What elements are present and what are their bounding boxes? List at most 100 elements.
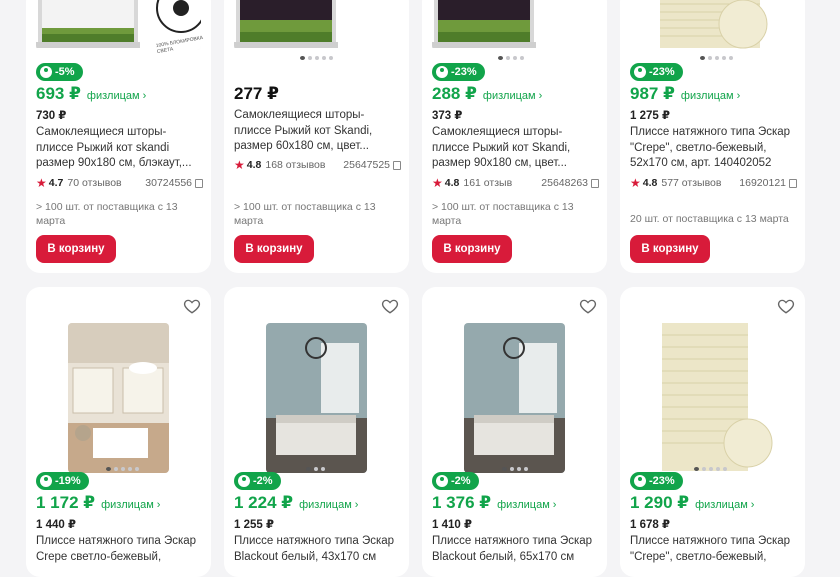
- current-price: 1 376 ₽: [432, 493, 492, 512]
- old-price: 730 ₽: [36, 110, 67, 122]
- individuals-price-link[interactable]: физлицам ›: [497, 499, 556, 511]
- product-title[interactable]: Плиссе натяжного типа Эскар Crepe светло…: [36, 534, 203, 565]
- image-pagination[interactable]: [498, 56, 524, 60]
- individuals-price-link[interactable]: физлицам ›: [101, 499, 160, 511]
- image-pagination[interactable]: [700, 56, 733, 60]
- product-image[interactable]: [650, 323, 775, 473]
- add-to-cart-button[interactable]: В корзину: [234, 235, 314, 263]
- add-to-cart-button[interactable]: В корзину: [630, 235, 710, 263]
- article-text: 25648263: [541, 177, 588, 189]
- article-text: 30724556: [145, 177, 192, 189]
- article-number[interactable]: 25647525: [343, 159, 401, 171]
- product-card[interactable]: -2% 1 376 ₽ физлицам › 1 410 ₽ Плиссе на…: [422, 287, 607, 577]
- current-price: 288 ₽: [432, 84, 477, 103]
- heart-icon[interactable]: [579, 297, 597, 315]
- product-title[interactable]: Плиссе натяжного типа Эскар Blackout бел…: [234, 534, 401, 565]
- current-price: 987 ₽: [630, 84, 675, 103]
- discount-value: -2%: [253, 475, 273, 487]
- heart-icon[interactable]: [381, 297, 399, 315]
- discount-badge: -2%: [234, 472, 281, 490]
- heart-icon[interactable]: [183, 297, 201, 315]
- current-price: 277 ₽: [234, 84, 279, 103]
- reviews-count[interactable]: 70 отзывов: [67, 177, 121, 189]
- reviews-count[interactable]: 168 отзывов: [265, 159, 325, 171]
- star-icon: ★: [36, 176, 47, 190]
- product-image[interactable]: [630, 0, 795, 50]
- price-block: 288 ₽ физлицам ›: [432, 84, 542, 104]
- product-title[interactable]: Самоклеящиеся шторы-плиссе Рыжий кот Ska…: [234, 108, 401, 155]
- product-card[interactable]: -19% 1 172 ₽ физлицам › 1 440 ₽ Плиссе н…: [26, 287, 211, 577]
- reviews-count[interactable]: 577 отзывов: [661, 177, 721, 189]
- copy-icon[interactable]: [789, 178, 797, 188]
- old-price: 1 410 ₽: [432, 519, 472, 531]
- image-pagination[interactable]: [502, 467, 528, 471]
- product-title[interactable]: Плиссе натяжного типа Эскар Blackout бел…: [432, 534, 599, 565]
- product-title[interactable]: Плиссе натяжного типа Эскар "Crepe", све…: [630, 125, 797, 172]
- price-block: 987 ₽ физлицам ›: [630, 84, 740, 104]
- image-pagination[interactable]: [694, 467, 727, 471]
- image-pagination[interactable]: [300, 56, 333, 60]
- copy-icon[interactable]: [393, 160, 401, 170]
- person-badge-icon: [436, 475, 448, 487]
- image-pagination[interactable]: [306, 467, 325, 471]
- person-badge-icon: [40, 475, 52, 487]
- old-price: 1 275 ₽: [630, 110, 670, 122]
- copy-icon[interactable]: [195, 178, 203, 188]
- product-card[interactable]: -23% 288 ₽ физлицам › 373 ₽ Самоклеящиес…: [422, 0, 607, 273]
- product-card[interactable]: 100% БЛОКИРОВКА СВЕТА -5% 693 ₽ физлицам…: [26, 0, 211, 273]
- individuals-price-link[interactable]: физлицам ›: [681, 90, 740, 102]
- person-badge-icon: [436, 66, 448, 78]
- rating-value: 4.7: [48, 177, 64, 189]
- product-image[interactable]: [432, 0, 597, 50]
- individuals-price-link[interactable]: физлицам ›: [483, 90, 542, 102]
- reviews-count[interactable]: 161 отзыв: [463, 177, 512, 189]
- rating-row: ★ 4.8 161 отзыв 25648263: [432, 176, 599, 190]
- price-block: 1 172 ₽ физлицам ›: [36, 493, 160, 513]
- discount-badge: -2%: [432, 472, 479, 490]
- discount-value: -19%: [55, 475, 81, 487]
- image-pagination[interactable]: [106, 467, 139, 471]
- product-title[interactable]: Самоклеящиеся шторы-плиссе Рыжий кот Ska…: [432, 125, 599, 172]
- rating-value: 4.8: [246, 159, 262, 171]
- add-to-cart-button[interactable]: В корзину: [432, 235, 512, 263]
- supply-info: > 100 шт. от поставщика с 13 марта: [36, 201, 178, 227]
- article-number[interactable]: 25648263: [541, 177, 599, 189]
- supply-info: > 100 шт. от поставщика с 13 марта: [234, 201, 376, 227]
- price-block: 277 ₽: [234, 84, 279, 104]
- rating-row: ★ 4.8 168 отзывов 25647525: [234, 158, 401, 172]
- product-card[interactable]: -2% 1 224 ₽ физлицам › 1 255 ₽ Плиссе на…: [224, 287, 409, 577]
- rating-value: 4.8: [642, 177, 658, 189]
- article-text: 25647525: [343, 159, 390, 171]
- price-block: 1 376 ₽ физлицам ›: [432, 493, 556, 513]
- price-block: 1 290 ₽ физлицам ›: [630, 493, 754, 513]
- individuals-price-link[interactable]: физлицам ›: [299, 499, 358, 511]
- discount-value: -23%: [451, 66, 477, 78]
- article-number[interactable]: 16920121: [739, 177, 797, 189]
- individuals-price-link[interactable]: физлицам ›: [87, 90, 146, 102]
- copy-icon[interactable]: [591, 178, 599, 188]
- product-image[interactable]: [234, 0, 399, 50]
- heart-icon[interactable]: [777, 297, 795, 315]
- article-number[interactable]: 30724556: [145, 177, 203, 189]
- product-card[interactable]: 277 ₽ Самоклеящиеся шторы-плиссе Рыжий к…: [224, 0, 409, 273]
- discount-badge: -23%: [630, 472, 683, 490]
- product-title[interactable]: Плиссе натяжного типа Эскар "Crepe", све…: [630, 534, 797, 565]
- product-card[interactable]: -23% 987 ₽ физлицам › 1 275 ₽ Плиссе нат…: [620, 0, 805, 273]
- product-card[interactable]: -23% 1 290 ₽ физлицам › 1 678 ₽ Плиссе н…: [620, 287, 805, 577]
- product-image[interactable]: [464, 323, 565, 473]
- person-badge-icon: [40, 66, 52, 78]
- star-icon: ★: [432, 176, 443, 190]
- supply-info: > 100 шт. от поставщика с 13 марта: [432, 201, 574, 227]
- individuals-price-link[interactable]: физлицам ›: [695, 499, 754, 511]
- discount-badge: -23%: [630, 63, 683, 81]
- rating-row: ★ 4.8 577 отзывов 16920121: [630, 176, 797, 190]
- current-price: 693 ₽: [36, 84, 81, 103]
- product-image[interactable]: [68, 323, 169, 473]
- discount-value: -5%: [55, 66, 75, 78]
- discount-badge: -19%: [36, 472, 89, 490]
- discount-badge: -23%: [432, 63, 485, 81]
- product-image[interactable]: [266, 323, 367, 473]
- product-title[interactable]: Самоклеящиеся шторы-плиссе Рыжий кот ska…: [36, 125, 203, 172]
- old-price: 1 678 ₽: [630, 519, 670, 531]
- add-to-cart-button[interactable]: В корзину: [36, 235, 116, 263]
